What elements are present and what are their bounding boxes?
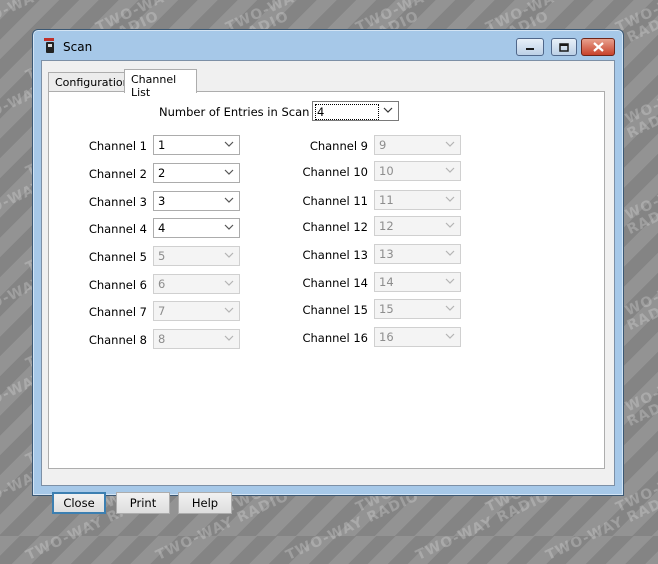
channel-select: 10 (374, 161, 461, 181)
channel-label: Channel 14 (302, 276, 368, 290)
chevron-down-icon (224, 141, 234, 147)
channel-select-value: 10 (379, 164, 394, 178)
maximize-button[interactable] (551, 38, 577, 56)
channel-select: 7 (153, 301, 240, 321)
channel-list-panel: Number of Entries in Scan List 4 Channel… (48, 91, 605, 469)
chevron-down-icon (224, 335, 234, 341)
chevron-down-icon (445, 141, 455, 147)
channel-select-value: 3 (158, 194, 166, 208)
chevron-down-icon (445, 278, 455, 284)
channel-label: Channel 16 (302, 331, 368, 345)
close-button[interactable]: Close (52, 492, 106, 514)
watermark-text: TWO-WAY RADIO (283, 488, 422, 564)
radio-app-icon (44, 38, 54, 53)
chevron-down-icon (224, 224, 234, 230)
entries-count-select[interactable]: 4 (312, 101, 399, 121)
chevron-down-icon (445, 333, 455, 339)
minimize-button[interactable] (516, 38, 544, 56)
channel-select: 9 (374, 135, 461, 155)
channel-label: Channel 6 (88, 278, 147, 292)
channel-select: 6 (153, 274, 240, 294)
chevron-down-icon (383, 107, 393, 113)
channel-select-value: 9 (379, 138, 387, 152)
tab-configuration[interactable]: Configuration (48, 72, 130, 92)
channel-label: Channel 12 (302, 220, 368, 234)
channel-select[interactable]: 3 (153, 191, 240, 211)
channel-select-value: 1 (158, 138, 166, 152)
chevron-down-icon (224, 197, 234, 203)
maximize-icon (559, 42, 569, 52)
help-button[interactable]: Help (178, 492, 232, 514)
scan-window: Scan Configuration Channel List Number o… (32, 29, 624, 514)
channel-select: 16 (374, 327, 461, 347)
channel-select[interactable]: 4 (153, 218, 240, 238)
channel-select: 13 (374, 244, 461, 264)
channel-select: 14 (374, 272, 461, 292)
channel-select-value: 13 (379, 247, 394, 261)
chevron-down-icon (445, 196, 455, 202)
watermark-text: TWO-WAY RADIO (413, 488, 552, 564)
channel-select-value: 16 (379, 330, 394, 344)
chevron-down-icon (224, 252, 234, 258)
entries-count-label: Number of Entries in Scan List (159, 105, 334, 119)
channel-label: Channel 13 (302, 248, 368, 262)
channel-select: 5 (153, 246, 240, 266)
channel-select-value: 12 (379, 219, 394, 233)
chevron-down-icon (445, 222, 455, 228)
channel-select: 11 (374, 190, 461, 210)
channel-select-value: 2 (158, 166, 166, 180)
channel-select-value: 6 (158, 277, 166, 291)
close-icon (592, 42, 604, 52)
channel-select-value: 8 (158, 332, 166, 346)
chevron-down-icon (224, 280, 234, 286)
title-bar[interactable]: Scan (33, 30, 623, 60)
channel-label: Channel 11 (302, 194, 368, 208)
channel-select-value: 14 (379, 275, 394, 289)
channel-select-value: 4 (158, 221, 166, 235)
channel-label: Channel 9 (309, 139, 368, 153)
channel-select-value: 15 (379, 302, 394, 316)
channel-select: 8 (153, 329, 240, 349)
chevron-down-icon (445, 250, 455, 256)
channel-label: Channel 1 (88, 139, 147, 153)
print-button[interactable]: Print (116, 492, 170, 514)
tab-channel-list[interactable]: Channel List (124, 69, 197, 99)
chevron-down-icon (445, 167, 455, 173)
chevron-down-icon (224, 307, 234, 313)
channel-select-value: 11 (379, 193, 394, 207)
channel-select-value: 5 (158, 249, 166, 263)
channel-label: Channel 7 (88, 305, 147, 319)
channel-label: Channel 10 (302, 165, 368, 179)
channel-label: Channel 4 (88, 222, 147, 236)
close-window-button[interactable] (581, 38, 615, 56)
channel-select[interactable]: 1 (153, 135, 240, 155)
channel-select-value: 7 (158, 304, 166, 318)
channel-select[interactable]: 2 (153, 163, 240, 183)
channel-label: Channel 8 (88, 333, 147, 347)
dialog-client-area: Configuration Channel List Number of Ent… (41, 60, 615, 514)
chevron-down-icon (224, 169, 234, 175)
channel-label: Channel 2 (88, 167, 147, 181)
channel-label: Channel 5 (88, 250, 147, 264)
channel-label: Channel 15 (302, 303, 368, 317)
minimize-icon (526, 48, 534, 50)
channel-label: Channel 3 (88, 195, 147, 209)
window-title: Scan (63, 40, 93, 54)
channel-select: 12 (374, 216, 461, 236)
chevron-down-icon (445, 305, 455, 311)
channel-select: 15 (374, 299, 461, 319)
entries-count-value: 4 (315, 104, 380, 120)
